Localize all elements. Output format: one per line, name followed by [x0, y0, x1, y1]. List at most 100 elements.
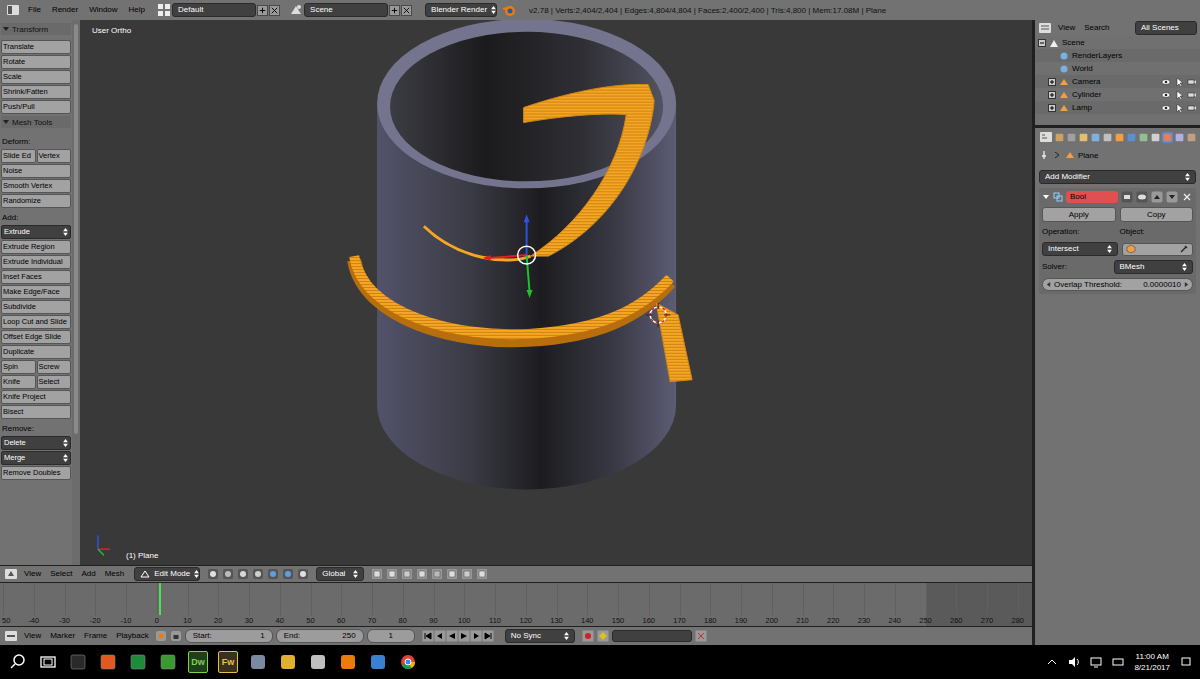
- header-tool-icon[interactable]: [431, 568, 443, 580]
- overlap-threshold-field[interactable]: Overlap Threshold:0.0000010: [1042, 278, 1193, 291]
- tool-button[interactable]: Bisect: [1, 405, 71, 419]
- menu-item[interactable]: View: [1055, 22, 1078, 34]
- increment-icon[interactable]: [1184, 281, 1189, 288]
- editor-type-icon[interactable]: [1038, 21, 1052, 35]
- expander-icon[interactable]: [1048, 78, 1056, 86]
- header-tool-icon[interactable]: [237, 568, 249, 580]
- move-down-icon[interactable]: [1166, 191, 1178, 203]
- tool-button[interactable]: Offset Edge Slide: [1, 330, 71, 344]
- tool-button[interactable]: Make Edge/Face: [1, 285, 71, 299]
- viewport-toggle-icon[interactable]: [1136, 191, 1148, 203]
- tool-button[interactable]: Screw: [37, 360, 72, 374]
- tool-button[interactable]: Vertex: [37, 149, 72, 163]
- tool-button[interactable]: Scale: [1, 70, 71, 84]
- properties-tab-icon[interactable]: [1054, 132, 1065, 143]
- clock[interactable]: 11:00 AM8/21/2017: [1134, 651, 1170, 673]
- 3d-viewport[interactable]: User Ortho(1) Plane: [80, 20, 1032, 565]
- app-icon[interactable]: [368, 652, 388, 672]
- scene-icon[interactable]: [289, 3, 303, 17]
- expander-icon[interactable]: [1048, 91, 1056, 99]
- app-icon[interactable]: [278, 652, 298, 672]
- play-icon[interactable]: [458, 630, 470, 642]
- tool-button[interactable]: Duplicate: [1, 345, 71, 359]
- app-icon[interactable]: [308, 652, 328, 672]
- tool-dropdown[interactable]: Delete: [1, 436, 71, 450]
- camera-icon[interactable]: [1187, 103, 1197, 113]
- show-hidden-icons-icon[interactable]: [1046, 656, 1058, 668]
- tool-button[interactable]: Inset Faces: [1, 270, 71, 284]
- plane-ramp[interactable]: [524, 84, 655, 256]
- chrome-icon[interactable]: [398, 652, 418, 672]
- header-tool-icon[interactable]: [386, 568, 398, 580]
- jump-start-icon[interactable]: [422, 630, 434, 642]
- collapse-triangle-icon[interactable]: [2, 118, 10, 126]
- properties-tab-icon[interactable]: [1138, 132, 1149, 143]
- expander-icon[interactable]: [1048, 104, 1056, 112]
- scene-figure[interactable]: [80, 20, 1032, 565]
- tool-button[interactable]: Knife: [1, 375, 36, 389]
- expander-icon[interactable]: [1038, 39, 1046, 47]
- remove-icon[interactable]: [1181, 191, 1193, 203]
- tool-button[interactable]: Slide Ed: [1, 149, 36, 163]
- collapse-triangle-icon[interactable]: [1042, 193, 1050, 201]
- tree-row[interactable]: Camera: [1035, 75, 1200, 88]
- current-frame-field[interactable]: 1: [367, 629, 415, 643]
- modifier-name-field[interactable]: Bool: [1066, 191, 1118, 203]
- render-toggle-icon[interactable]: [1121, 191, 1133, 203]
- transform-gizmo[interactable]: [483, 214, 536, 298]
- plane-band[interactable]: [354, 256, 670, 334]
- properties-tab-icon[interactable]: [1150, 132, 1161, 143]
- properties-tab-icon[interactable]: [1090, 132, 1101, 143]
- eyedropper-icon[interactable]: [1179, 244, 1189, 254]
- mode-dropdown[interactable]: Edit Mode: [134, 567, 200, 581]
- tool-button[interactable]: Shrink/Fatten: [1, 85, 71, 99]
- pin-icon[interactable]: [1039, 150, 1049, 160]
- cursor-icon[interactable]: [1174, 90, 1184, 100]
- keying-icon[interactable]: [597, 630, 609, 642]
- playhead[interactable]: [159, 583, 161, 615]
- menu-item[interactable]: Marker: [47, 630, 78, 642]
- header-tool-icon[interactable]: [222, 568, 234, 580]
- move-up-icon[interactable]: [1151, 191, 1163, 203]
- solver-dropdown[interactable]: BMesh: [1114, 260, 1194, 274]
- volume-icon[interactable]: [1068, 656, 1080, 668]
- tool-button[interactable]: Rotate: [1, 55, 71, 69]
- tool-button[interactable]: Translate: [1, 40, 71, 54]
- plane-fragment[interactable]: [656, 303, 692, 382]
- menu-item[interactable]: Mesh: [102, 568, 128, 580]
- tree-row[interactable]: Cylinder: [1035, 88, 1200, 101]
- tree-row[interactable]: Lamp: [1035, 101, 1200, 114]
- apply-button[interactable]: Apply: [1042, 207, 1116, 222]
- header-tool-icon[interactable]: [207, 568, 219, 580]
- network-icon[interactable]: [1090, 656, 1102, 668]
- close-icon[interactable]: [269, 5, 280, 16]
- end-frame-field[interactable]: End:250: [276, 629, 364, 643]
- properties-tab-icon[interactable]: [1174, 132, 1185, 143]
- app-icon[interactable]: [128, 652, 148, 672]
- tool-button[interactable]: Subdivide: [1, 300, 71, 314]
- jump-end-icon[interactable]: [482, 630, 494, 642]
- menu-item[interactable]: Playback: [113, 630, 151, 642]
- eye-icon[interactable]: [1161, 90, 1171, 100]
- header-tool-icon[interactable]: [371, 568, 383, 580]
- lock-icon[interactable]: [170, 630, 182, 642]
- shelf-scrollbar[interactable]: [72, 20, 80, 565]
- tree-row[interactable]: RenderLayers: [1035, 49, 1200, 62]
- layout-field[interactable]: Default: [172, 3, 256, 17]
- camera-icon[interactable]: [1187, 90, 1197, 100]
- header-tool-icon[interactable]: [252, 568, 264, 580]
- editor-type-icon[interactable]: [6, 3, 20, 17]
- header-tool-icon[interactable]: [282, 568, 294, 580]
- header-tool-icon[interactable]: [446, 568, 458, 580]
- preview-range-icon[interactable]: [155, 630, 167, 642]
- menu-item[interactable]: Select: [47, 568, 75, 580]
- cursor-icon[interactable]: [1174, 103, 1184, 113]
- tool-button[interactable]: Extrude Region: [1, 240, 71, 254]
- app-icon[interactable]: [158, 652, 178, 672]
- properties-tab-icon[interactable]: [1126, 132, 1137, 143]
- tool-button[interactable]: Remove Doubles: [1, 466, 71, 480]
- render-engine-dropdown[interactable]: Blender Render: [425, 3, 497, 17]
- properties-tab-icon[interactable]: [1066, 132, 1077, 143]
- tool-button[interactable]: Randomize: [1, 194, 71, 208]
- header-tool-icon[interactable]: [297, 568, 309, 580]
